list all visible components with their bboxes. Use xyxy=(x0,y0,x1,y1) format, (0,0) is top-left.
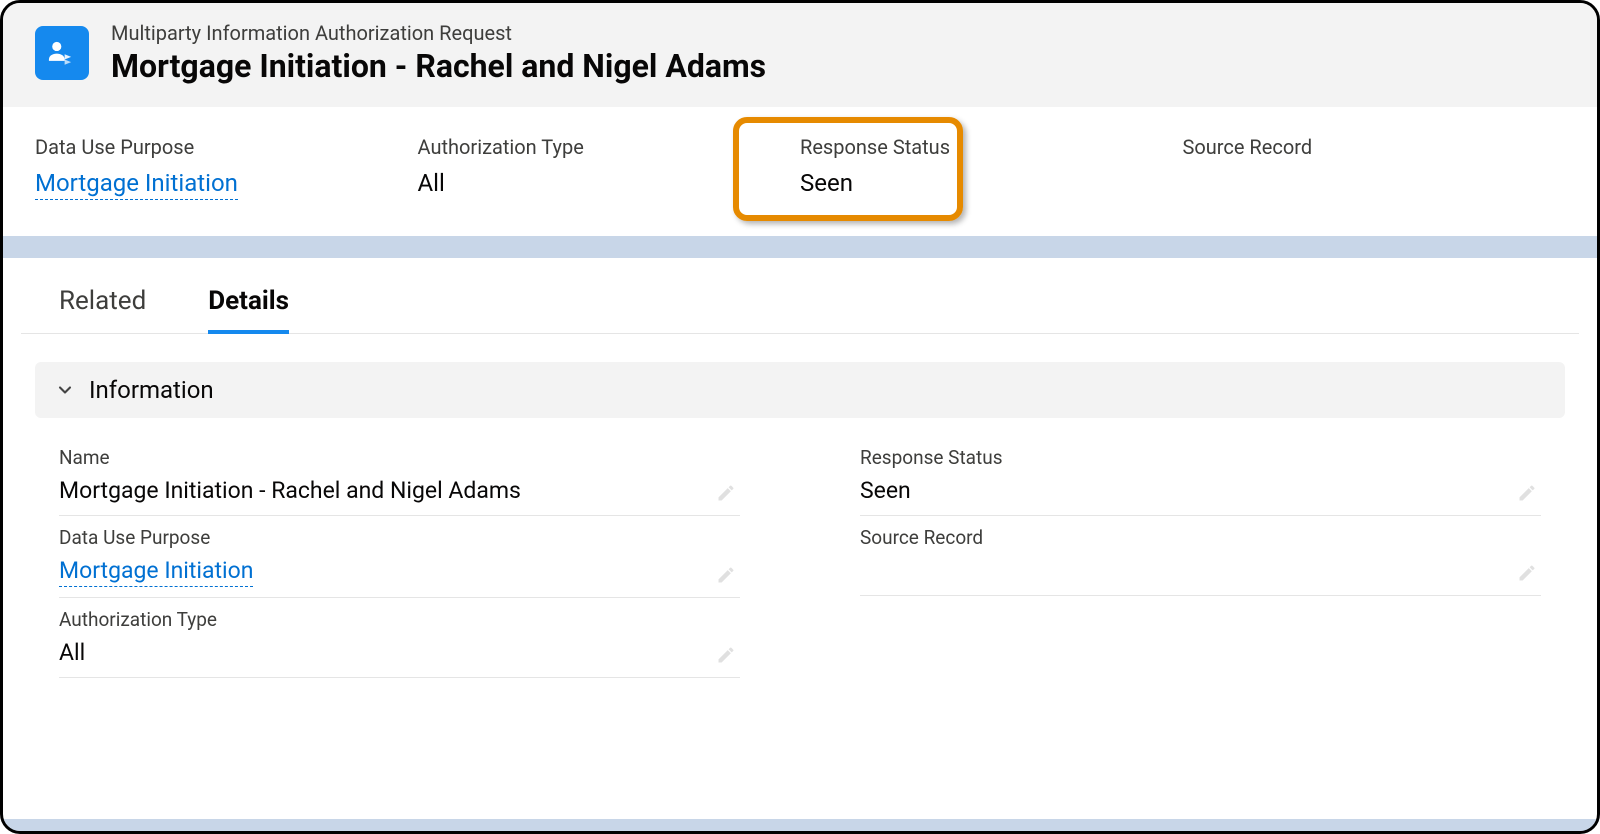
field-value: All xyxy=(418,169,781,197)
field-data-use-purpose: Data Use Purpose Mortgage Initiation xyxy=(59,516,740,598)
field-label: Authorization Type xyxy=(418,135,781,159)
summary-source-record: Source Record xyxy=(1183,135,1566,200)
record-page: Multiparty Information Authorization Req… xyxy=(0,0,1600,834)
edit-icon[interactable] xyxy=(716,645,736,665)
field-name: Name Mortgage Initiation - Rachel and Ni… xyxy=(59,436,740,516)
data-use-purpose-link[interactable]: Mortgage Initiation xyxy=(59,557,253,587)
field-value: Seen xyxy=(860,477,1541,505)
field-value: Mortgage Initiation - Rachel and Nigel A… xyxy=(59,477,740,505)
header-title-block: Multiparty Information Authorization Req… xyxy=(111,21,766,85)
edit-icon[interactable] xyxy=(716,483,736,503)
summary-response-status: Response Status Seen xyxy=(800,135,1183,200)
field-label: Name xyxy=(59,446,740,469)
summary-authorization-type: Authorization Type All xyxy=(418,135,801,200)
field-value: All xyxy=(59,639,740,667)
details-right-column: Response Status Seen Source Record xyxy=(860,436,1541,678)
field-label: Data Use Purpose xyxy=(59,526,740,549)
detail-panel: Related Details Information Name Mortgag… xyxy=(3,258,1597,708)
divider-band xyxy=(3,236,1597,258)
field-label: Data Use Purpose xyxy=(35,135,398,159)
summary-data-use-purpose: Data Use Purpose Mortgage Initiation xyxy=(35,135,418,200)
record-type-label: Multiparty Information Authorization Req… xyxy=(111,21,766,45)
tab-bar: Related Details xyxy=(21,258,1579,334)
tab-related[interactable]: Related xyxy=(59,276,146,334)
field-label: Authorization Type xyxy=(59,608,740,631)
details-grid: Name Mortgage Initiation - Rachel and Ni… xyxy=(21,436,1579,678)
chevron-down-icon xyxy=(55,380,75,400)
field-value xyxy=(860,557,1541,585)
field-label: Source Record xyxy=(1183,135,1546,159)
edit-icon[interactable] xyxy=(716,565,736,585)
edit-icon[interactable] xyxy=(1517,483,1537,503)
record-header: Multiparty Information Authorization Req… xyxy=(3,3,1597,107)
field-label: Response Status xyxy=(860,446,1541,469)
details-left-column: Name Mortgage Initiation - Rachel and Ni… xyxy=(59,436,740,678)
section-title: Information xyxy=(89,376,214,404)
field-authorization-type: Authorization Type All xyxy=(59,598,740,678)
field-label: Source Record xyxy=(860,526,1541,549)
data-use-purpose-link[interactable]: Mortgage Initiation xyxy=(35,169,238,200)
field-label: Response Status xyxy=(800,135,1163,159)
field-value: Seen xyxy=(800,169,1163,197)
section-information-header[interactable]: Information xyxy=(35,362,1565,418)
tab-details[interactable]: Details xyxy=(208,276,289,334)
record-type-icon xyxy=(35,26,89,80)
bottom-band xyxy=(3,819,1597,831)
field-response-status: Response Status Seen xyxy=(860,436,1541,516)
edit-icon[interactable] xyxy=(1517,563,1537,583)
record-title: Mortgage Initiation - Rachel and Nigel A… xyxy=(111,47,766,85)
field-source-record: Source Record xyxy=(860,516,1541,596)
highlights-panel: Data Use Purpose Mortgage Initiation Aut… xyxy=(3,107,1597,236)
